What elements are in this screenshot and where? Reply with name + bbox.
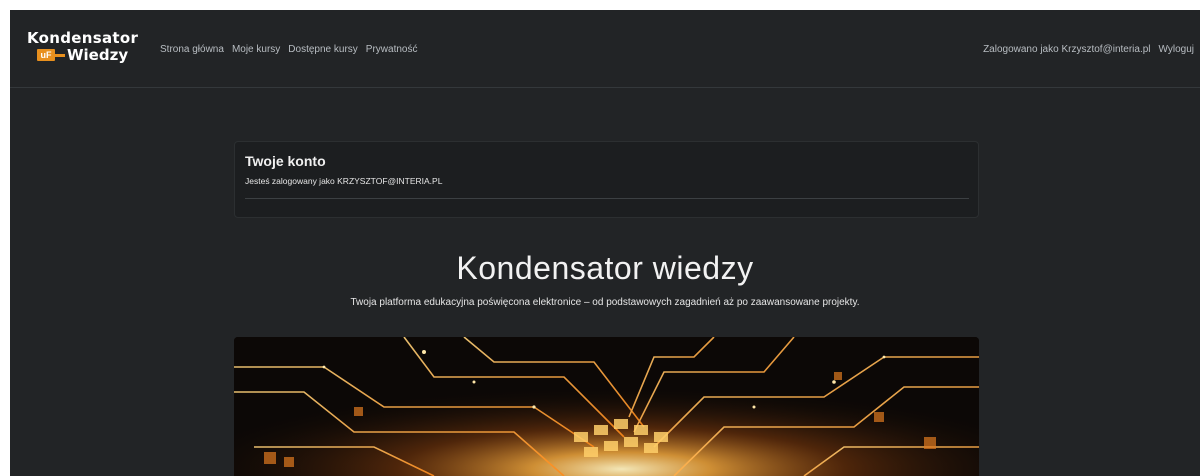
capacitor-badge-icon: uF <box>37 49 55 61</box>
capacitor-lead-icon <box>55 54 65 57</box>
nav-link-available-courses[interactable]: Dostępne kursy <box>288 44 357 55</box>
nav-links: Strona główna Moje kursy Dostępne kursy … <box>160 44 417 55</box>
account-card: Twoje konto Jesteś zalogowany jako KRZYS… <box>234 141 979 218</box>
logout-link[interactable]: Wyloguj <box>1159 44 1194 55</box>
hero-subtitle: Twoja platforma edukacyjna poświęcona el… <box>350 297 860 308</box>
app-frame: Kondensator uF Wiedzy Strona główna Moje… <box>10 10 1200 476</box>
navbar: Kondensator uF Wiedzy Strona główna Moje… <box>10 10 1200 88</box>
brand-logo[interactable]: Kondensator uF Wiedzy <box>27 30 138 68</box>
brand-name-top: Kondensator <box>27 29 139 47</box>
logged-in-user[interactable]: Zalogowano jako Krzysztof@interia.pl <box>983 44 1150 55</box>
divider <box>245 198 969 199</box>
hero-circuit-image <box>234 337 979 476</box>
hero-title: Kondensator wiedzy <box>456 250 754 286</box>
account-card-title: Twoje konto <box>245 153 326 169</box>
brand-name-bottom: Wiedzy <box>67 46 129 64</box>
nav-link-my-courses[interactable]: Moje kursy <box>232 44 280 55</box>
nav-link-home[interactable]: Strona główna <box>160 44 224 55</box>
user-nav: Zalogowano jako Krzysztof@interia.pl Wyl… <box>983 44 1194 55</box>
nav-link-privacy[interactable]: Prywatność <box>366 44 418 55</box>
brand-name-bottom-row: uF Wiedzy <box>37 47 133 65</box>
account-card-text: Jesteś zalogowany jako KRZYSZTOF@INTERIA… <box>245 176 443 186</box>
